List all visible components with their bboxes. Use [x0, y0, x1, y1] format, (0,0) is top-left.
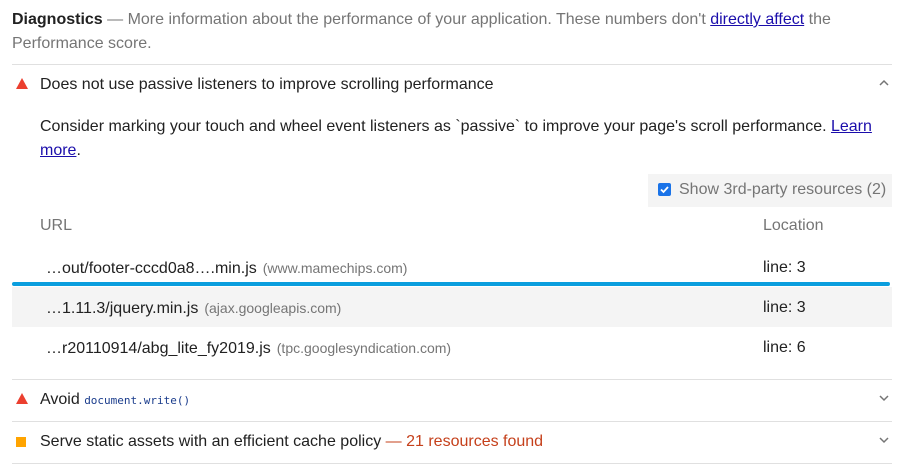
- url-host: (ajax.googleapis.com): [204, 300, 342, 316]
- audit-document-write[interactable]: Avoid document.write(): [12, 380, 892, 420]
- diagnostics-header: Diagnostics — More information about the…: [12, 8, 882, 56]
- audit-passive-listeners[interactable]: Does not use passive listeners to improv…: [12, 65, 892, 105]
- divider: [12, 463, 892, 464]
- column-header-url: URL: [40, 217, 73, 234]
- chevron-down-icon[interactable]: [878, 392, 890, 404]
- audit-description: Consider marking your touch and wheel ev…: [40, 115, 880, 163]
- checkmark-icon: [660, 186, 669, 194]
- audit-title: Avoid document.write(): [40, 390, 190, 411]
- table-row: …out/footer-cccd0a8….min.js (www.mamechip…: [12, 247, 892, 287]
- column-header-location: Location: [763, 217, 824, 234]
- table-row: …1.11.3/jquery.min.js (ajax.googleapis.co…: [12, 287, 892, 327]
- url-host: (tpc.googlesyndication.com): [276, 340, 452, 356]
- audit-title-text: Avoid: [40, 391, 85, 408]
- third-party-label: Show 3rd-party resources (2): [679, 181, 887, 198]
- directly-affect-link[interactable]: directly affect: [710, 11, 804, 28]
- audit-title: Serve static assets with an efficient ca…: [40, 432, 543, 452]
- warning-triangle-icon: [16, 78, 28, 89]
- url-text: …1.11.3/jquery.min.js: [46, 300, 199, 317]
- audit-title: Does not use passive listeners to improv…: [40, 76, 494, 93]
- audit-title-text: Serve static assets with an efficient ca…: [40, 433, 382, 450]
- row-highlight-bar: [12, 282, 890, 286]
- chevron-up-icon[interactable]: [878, 77, 890, 89]
- description-period: .: [76, 142, 81, 159]
- description-text: Consider marking your touch and wheel ev…: [40, 118, 831, 135]
- url-cell: …r20110914/abg_lite_fy2019.js (tpc.google…: [46, 338, 451, 359]
- location-cell: line: 3: [763, 299, 806, 316]
- url-text: …r20110914/abg_lite_fy2019.js: [46, 340, 271, 357]
- resources-found: — 21 resources found: [381, 433, 544, 450]
- url-text: …out/footer-cccd0a8….min.js: [46, 260, 257, 277]
- location-cell: line: 6: [763, 339, 806, 356]
- third-party-checkbox[interactable]: [658, 183, 671, 196]
- audit-cache-policy[interactable]: Serve static assets with an efficient ca…: [12, 422, 892, 462]
- average-square-icon: [16, 437, 26, 447]
- table-row: …r20110914/abg_lite_fy2019.js (tpc.google…: [12, 327, 892, 367]
- url-cell: …out/footer-cccd0a8….min.js (www.mamechip…: [46, 258, 407, 279]
- audit-code: document.write(): [84, 394, 191, 407]
- url-cell: …1.11.3/jquery.min.js (ajax.googleapis.co…: [46, 298, 341, 319]
- diagnostics-title: Diagnostics: [12, 11, 103, 28]
- third-party-toggle[interactable]: Show 3rd-party resources (2): [648, 174, 892, 207]
- warning-triangle-icon: [16, 393, 28, 404]
- location-cell: line: 3: [763, 259, 806, 276]
- diagnostics-description: — More information about the performance…: [102, 11, 711, 28]
- url-host: (www.mamechips.com): [262, 260, 408, 276]
- chevron-down-icon[interactable]: [878, 434, 890, 446]
